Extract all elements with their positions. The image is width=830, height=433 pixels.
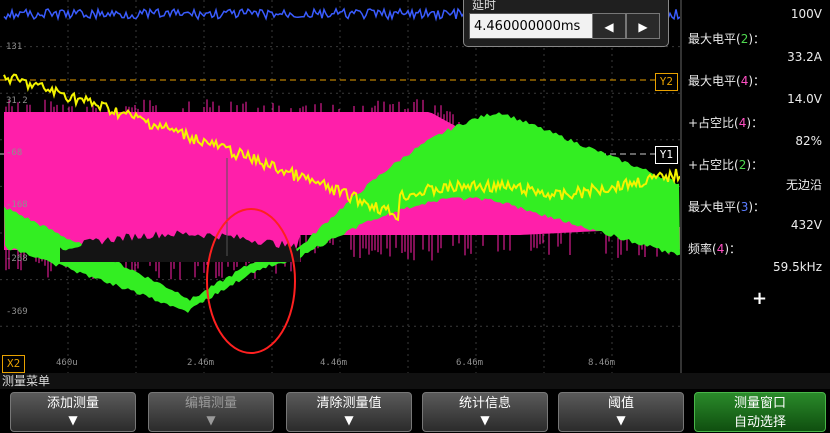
delay-control: 延时 4.460000000ms ◀ ▶ bbox=[463, 0, 669, 47]
delay-increase-button[interactable]: ▶ bbox=[626, 13, 660, 39]
arrow-down-icon: ▼ bbox=[206, 413, 216, 427]
x-axis-label: 2.46m bbox=[187, 358, 215, 368]
delay-title: 延时 bbox=[472, 0, 497, 12]
softkey-threshold[interactable]: 阈值 ▼ bbox=[558, 392, 684, 432]
x-axis-label: 4.46m bbox=[320, 358, 348, 368]
cursor-x2-marker[interactable]: X2 bbox=[2, 355, 26, 373]
measurement-value: 14.0V bbox=[787, 92, 822, 106]
measurement-label: +占空比(2)： bbox=[688, 158, 764, 172]
measurement-value: 无边沿 bbox=[785, 178, 822, 192]
softkey-edit-measurement[interactable]: 编辑测量 ▼ bbox=[148, 392, 274, 432]
measurement-item[interactable]: +占空比(4)： 82% bbox=[688, 114, 826, 148]
delay-decrease-button[interactable]: ◀ bbox=[592, 13, 626, 39]
softkey-measurement-window[interactable]: 测量窗口 自动选择 bbox=[694, 392, 826, 432]
waveform-display[interactable]: 131 31.2 -68 -168 -268 -369 460u 2.46m 4… bbox=[0, 0, 680, 373]
measurement-item[interactable]: +占空比(2)： 无边沿 bbox=[688, 156, 826, 193]
add-measurement-icon[interactable]: + bbox=[752, 288, 767, 309]
cursor-y2-marker[interactable]: Y2 bbox=[654, 73, 678, 91]
measurement-label: 频率(4)： bbox=[688, 242, 742, 256]
menu-title: 测量菜单 bbox=[0, 373, 830, 389]
x-axis-label: 8.46m bbox=[588, 358, 616, 368]
y-axis-label: -68 bbox=[6, 148, 23, 158]
measurement-value: 33.2A bbox=[787, 50, 822, 64]
arrow-down-icon: ▼ bbox=[344, 413, 354, 427]
softkey-statistics[interactable]: 统计信息 ▼ bbox=[422, 392, 548, 432]
measurement-value: 432V bbox=[790, 218, 822, 232]
softkey-bar: 添加测量 ▼ 编辑测量 ▼ 清除测量值 ▼ 统计信息 ▼ 阈值 ▼ 测量窗口 自动选择 bbox=[0, 389, 830, 433]
softkey-clear-measurements[interactable]: 清除测量值 ▼ bbox=[286, 392, 412, 432]
x-axis-label: 460u bbox=[56, 358, 78, 368]
measurement-item[interactable]: 最大电平(3)： 432V bbox=[688, 198, 826, 232]
y-axis-label: 131 bbox=[6, 42, 23, 52]
measurement-value: 100V bbox=[790, 7, 822, 21]
arrow-down-icon: ▼ bbox=[616, 413, 626, 427]
x-axis-label: 6.46m bbox=[456, 358, 484, 368]
arrow-down-icon: ▼ bbox=[68, 413, 78, 427]
measurement-item[interactable]: 100V bbox=[688, 4, 826, 21]
measurement-label: 最大电平(2)： bbox=[688, 32, 766, 46]
measurement-value: 82% bbox=[795, 134, 822, 148]
measurement-value: 59.5kHz bbox=[773, 260, 822, 274]
y-axis-label: 31.2 bbox=[6, 96, 28, 106]
measurement-item[interactable]: 频率(4)： 59.5kHz bbox=[688, 240, 826, 274]
arrow-down-icon: ▼ bbox=[480, 413, 490, 427]
measurement-item[interactable]: 最大电平(2)： 33.2A bbox=[688, 30, 826, 64]
measurement-label: +占空比(4)： bbox=[688, 116, 764, 130]
y-axis-label: -268 bbox=[6, 254, 28, 264]
cursor-y1-marker[interactable]: Y1 bbox=[654, 146, 678, 164]
y-axis-label: -168 bbox=[6, 200, 28, 210]
waveform-canvas bbox=[0, 0, 680, 373]
y-axis-label: -369 bbox=[6, 307, 28, 317]
softkey-add-measurement[interactable]: 添加测量 ▼ bbox=[10, 392, 136, 432]
measurement-panel: 100V 最大电平(2)： 33.2A 最大电平(4)： 14.0V +占空比(… bbox=[680, 0, 830, 373]
measurement-label: 最大电平(4)： bbox=[688, 74, 766, 88]
measurement-item[interactable]: 最大电平(4)： 14.0V bbox=[688, 72, 826, 106]
measurement-label: 最大电平(3)： bbox=[688, 200, 766, 214]
